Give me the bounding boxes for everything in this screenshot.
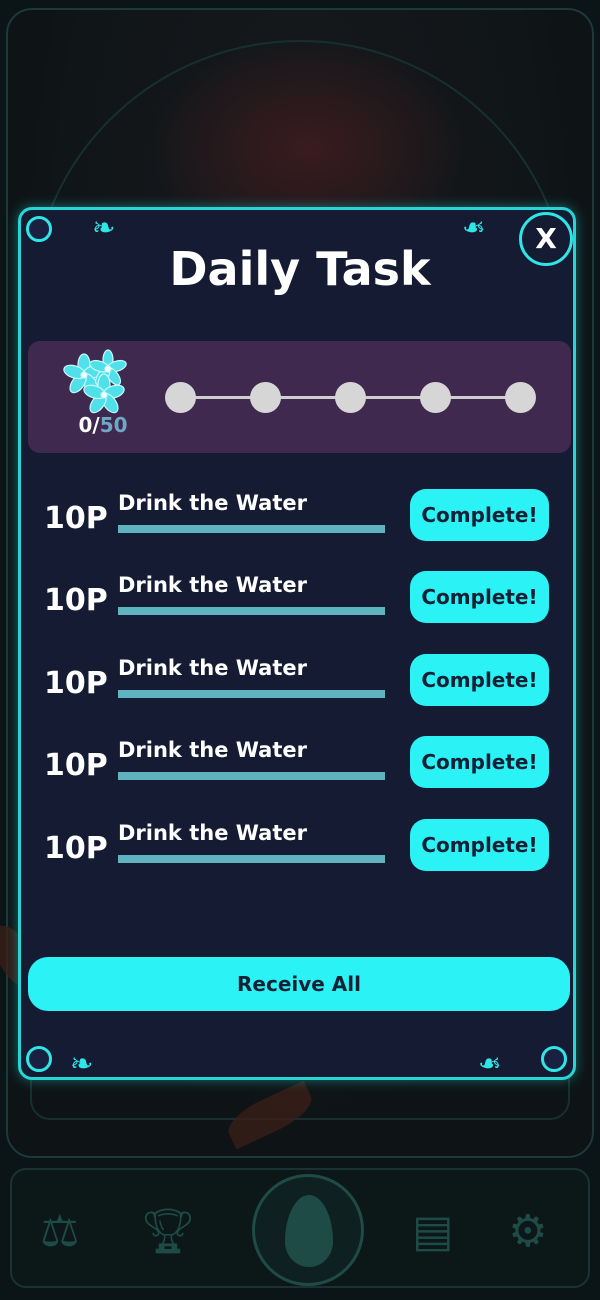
milestone-node [250, 382, 281, 413]
scales-icon[interactable]: ⚖ [40, 1210, 79, 1254]
task-points: 10P [44, 831, 108, 866]
task-progress-bar [118, 607, 385, 615]
task-name: Drink the Water [118, 491, 307, 515]
task-name: Drink the Water [118, 738, 307, 762]
corner-ornament [26, 1046, 52, 1072]
corner-ornament [541, 1046, 567, 1072]
task-progress-bar [118, 855, 385, 863]
points-max: 50 [99, 413, 128, 437]
task-row: 10P Drink the Water Complete! [0, 819, 600, 881]
milestone-node [165, 382, 196, 413]
complete-button[interactable]: Complete! [410, 819, 549, 871]
complete-button[interactable]: Complete! [410, 736, 549, 788]
task-points: 10P [44, 748, 108, 783]
task-name: Drink the Water [118, 821, 307, 845]
vine-ornament: ❧ [70, 1047, 94, 1080]
receive-all-button[interactable]: Receive All [28, 957, 570, 1011]
task-progress-bar [118, 772, 385, 780]
points-counter: 0/50 [68, 413, 138, 437]
milestone-node [335, 382, 366, 413]
task-points: 10P [44, 583, 108, 618]
bottom-nav: ⚖ 🏆︎ ▤ ⚙ [10, 1168, 590, 1288]
task-progress-bar [118, 690, 385, 698]
task-row: 10P Drink the Water Complete! [0, 489, 600, 551]
milestone-node [420, 382, 451, 413]
task-row: 10P Drink the Water Complete! [0, 736, 600, 798]
complete-button[interactable]: Complete! [410, 489, 549, 541]
progress-card: 0/50 [28, 341, 571, 453]
gear-icon[interactable]: ⚙ [508, 1210, 547, 1254]
task-points: 10P [44, 501, 108, 536]
vine-ornament: ❧ [478, 1047, 502, 1080]
points-current: 0 [78, 413, 93, 437]
milestone-node [505, 382, 536, 413]
task-points: 10P [44, 666, 108, 701]
flower-icon [63, 349, 127, 414]
task-name: Drink the Water [118, 573, 307, 597]
document-icon[interactable]: ▤ [412, 1210, 454, 1254]
complete-button[interactable]: Complete! [410, 654, 549, 706]
trophy-icon[interactable]: 🏆︎ [140, 1210, 196, 1254]
task-name: Drink the Water [118, 656, 307, 680]
points-separator: / [92, 413, 100, 437]
task-row: 10P Drink the Water Complete! [0, 654, 600, 716]
modal-title: Daily Task [169, 242, 431, 296]
task-row: 10P Drink the Water Complete! [0, 571, 600, 633]
task-progress-bar [118, 525, 385, 533]
flame-icon[interactable] [252, 1174, 364, 1286]
complete-button[interactable]: Complete! [410, 571, 549, 623]
daily-task-modal [18, 207, 576, 1080]
